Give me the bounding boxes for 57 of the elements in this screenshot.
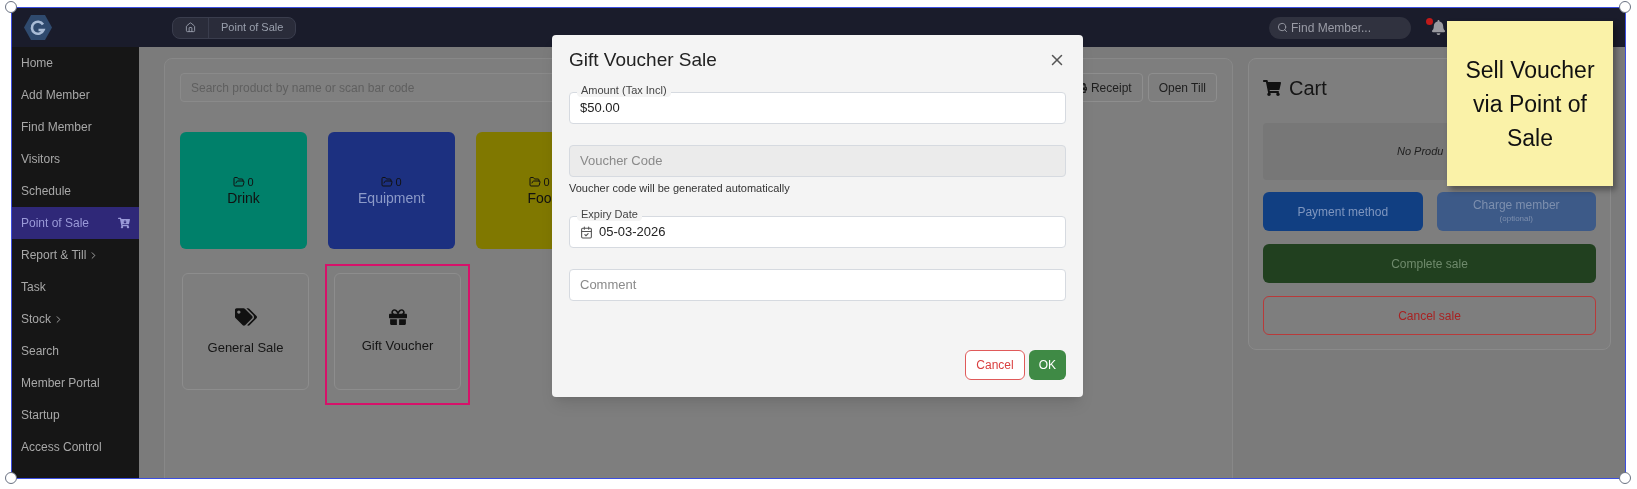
sidebar-item[interactable]: Member Portal — [12, 367, 139, 399]
category-label: Equipment — [358, 190, 425, 208]
resize-handle[interactable] — [1619, 1, 1631, 13]
sidebar-item[interactable]: Home — [12, 47, 139, 79]
note-text: Sell Voucher via Point of Sale — [1465, 55, 1595, 153]
action-tile[interactable]: Gift Voucher — [334, 273, 461, 390]
home-icon[interactable] — [185, 22, 196, 33]
category-tile[interactable]: 0 Drink — [180, 132, 307, 249]
input-field[interactable]: Voucher Code — [569, 145, 1066, 177]
cart-icon — [1263, 79, 1281, 97]
cancel-button[interactable]: Cancel — [965, 350, 1025, 380]
field-label: Amount (Tax Incl) — [577, 83, 671, 97]
cart-title: Cart — [1289, 76, 1327, 101]
action-label: General Sale — [207, 338, 284, 357]
ok-button[interactable]: OK — [1028, 350, 1066, 380]
category-label: Drink — [227, 190, 260, 208]
folder-icon — [529, 176, 542, 188]
sidebar-item[interactable]: Task — [12, 271, 139, 303]
category-tile[interactable]: 0 Equipment — [328, 132, 455, 249]
sidebar-item[interactable]: Visitors — [12, 143, 139, 175]
sidebar-item[interactable]: Schedule — [12, 175, 139, 207]
resize-handle[interactable] — [5, 472, 17, 484]
item-count: 0 — [395, 174, 402, 190]
folder-icon — [381, 176, 394, 188]
action-tile[interactable]: General Sale — [182, 273, 309, 390]
sidebar-item[interactable]: Search — [12, 335, 139, 367]
notification-button[interactable] — [1429, 18, 1447, 37]
sidebar-item[interactable]: Access Control — [12, 431, 139, 463]
sidebar-item[interactable]: Stock — [12, 303, 139, 335]
resize-handle[interactable] — [1619, 472, 1631, 484]
action-label: Gift Voucher — [361, 336, 434, 355]
sidebar-item[interactable]: Report & Till — [12, 239, 139, 271]
cart-icon — [118, 217, 130, 229]
empty-cart-text: No Produ — [1397, 144, 1444, 160]
gift-icon — [388, 307, 407, 326]
complete-sale-button[interactable]: Complete sale — [1263, 244, 1596, 283]
item-count: 0 — [543, 174, 550, 190]
breadcrumb-link[interactable]: Point of Sale — [209, 19, 296, 36]
category-label: Foo — [527, 190, 552, 208]
sidebar-item[interactable]: Startup — [12, 399, 139, 431]
search-field[interactable]: Find Member... — [1269, 16, 1411, 39]
bell-icon — [1430, 20, 1446, 35]
resize-handle[interactable] — [5, 1, 17, 13]
tags-icon — [234, 305, 257, 328]
sidebar-item[interactable]: Find Member — [12, 111, 139, 143]
field-label: Expiry Date — [577, 207, 642, 221]
payment-method-button[interactable]: Payment method — [1263, 192, 1423, 231]
item-count: 0 — [247, 174, 254, 190]
input-field[interactable]: Comment — [569, 269, 1066, 301]
calendar-icon — [580, 225, 593, 239]
folder-icon — [233, 176, 246, 188]
dialog-title: Gift Voucher Sale — [569, 47, 717, 72]
sidebar-item[interactable]: Point of Sale — [12, 207, 139, 239]
sidebar-item[interactable]: Add Member — [12, 79, 139, 111]
logo-icon — [24, 13, 52, 42]
toolbar-button[interactable]: Open Till — [1147, 73, 1217, 102]
search-icon — [1277, 22, 1288, 33]
